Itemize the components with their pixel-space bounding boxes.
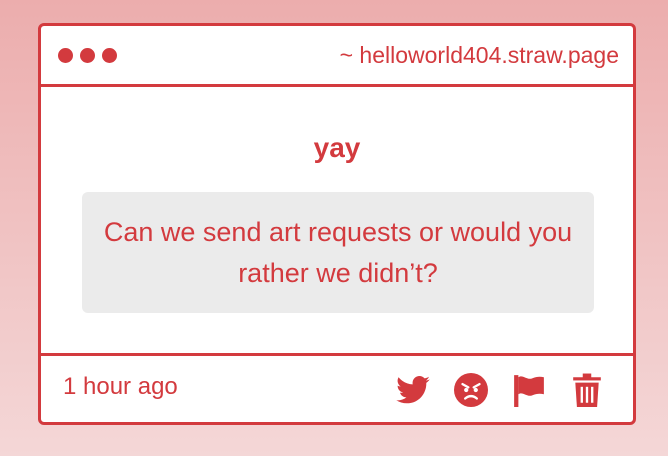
twitter-icon	[396, 376, 430, 404]
window-dot	[58, 48, 73, 63]
answer-text: yay	[313, 132, 361, 163]
flag-icon	[514, 375, 544, 407]
question-box: Can we send art requests or would you ra…	[82, 192, 594, 313]
window-dot	[102, 48, 117, 63]
react-angry-button[interactable]	[453, 372, 489, 408]
post-timestamp: 1 hour ago	[63, 373, 178, 400]
report-button[interactable]	[511, 372, 547, 408]
post-footer: 1 hour ago	[41, 353, 633, 425]
page-url[interactable]: ~ helloworld404.straw.page	[340, 42, 619, 69]
post-content: yay Can we send art requests or would yo…	[41, 87, 633, 353]
trash-icon	[573, 373, 601, 407]
window-titlebar: ~ helloworld404.straw.page	[41, 26, 633, 87]
share-twitter-button[interactable]	[395, 372, 431, 408]
window-dots	[58, 48, 117, 63]
angry-face-icon	[454, 373, 488, 407]
question-text: Can we send art requests or would you ra…	[103, 216, 573, 288]
window-dot	[80, 48, 95, 63]
post-actions	[395, 372, 605, 408]
delete-button[interactable]	[569, 372, 605, 408]
post-card: ~ helloworld404.straw.page yay Can we se…	[38, 23, 636, 425]
